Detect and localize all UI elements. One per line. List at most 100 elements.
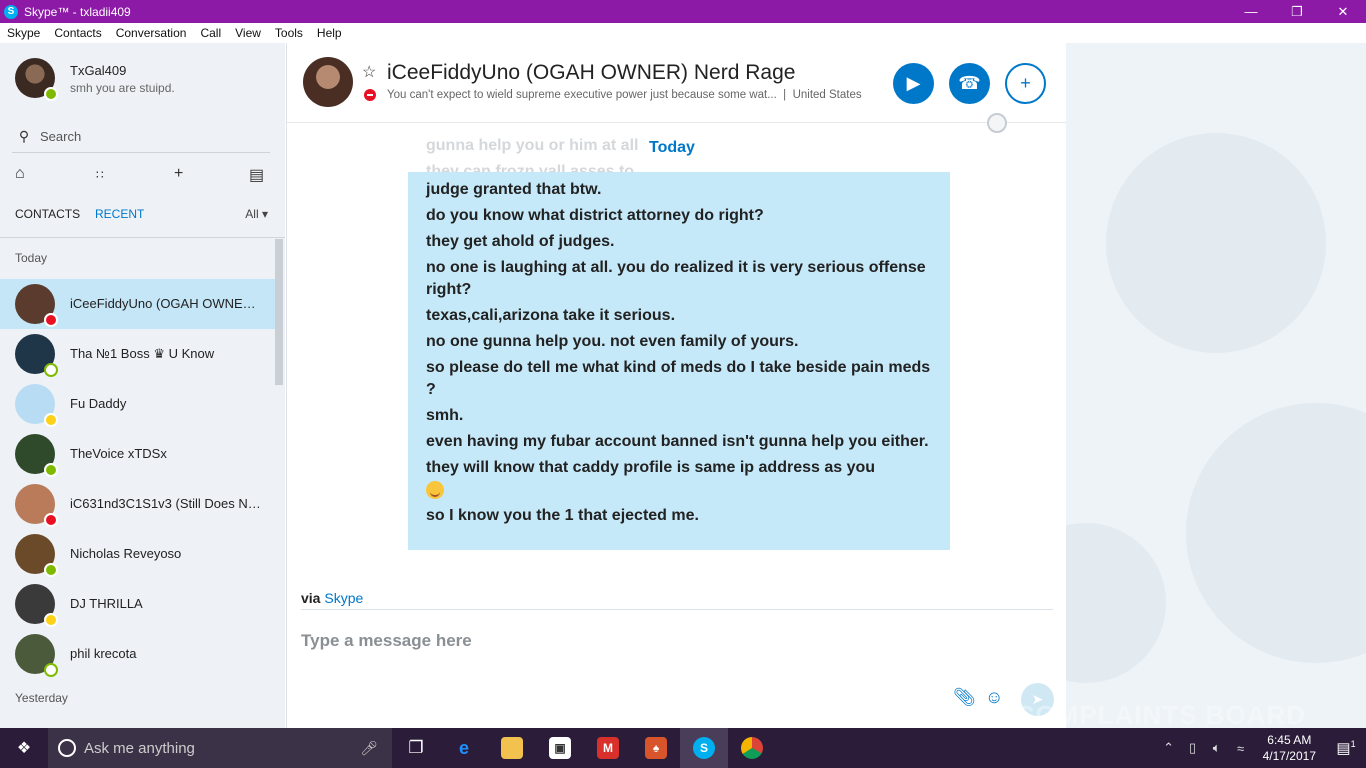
- clock-date: 4/17/2017: [1262, 749, 1316, 763]
- menu-contacts[interactable]: Contacts: [47, 23, 108, 43]
- message-text: so please do tell me what kind of meds d…: [426, 359, 931, 398]
- contact-name: Fu Daddy: [70, 396, 127, 411]
- message-text: they get ahold of judges.: [426, 233, 615, 250]
- via-skype-link[interactable]: Skype: [324, 590, 363, 606]
- contact-item[interactable]: phil krecota: [0, 629, 275, 679]
- clock[interactable]: 6:45 AM 4/17/2017: [1263, 732, 1316, 764]
- tab-contacts[interactable]: CONTACTS: [15, 207, 80, 221]
- video-call-button[interactable]: ▶︎: [893, 63, 934, 104]
- menu-tools[interactable]: Tools: [268, 23, 310, 43]
- attach-file-icon[interactable]: 📎︎: [953, 687, 976, 708]
- cortana-search[interactable]: Ask me anything 🎤︎: [48, 728, 392, 768]
- start-button[interactable]: ❖: [0, 728, 48, 768]
- menu-view[interactable]: View: [228, 23, 268, 43]
- profile-card[interactable]: TxGal409 smh you are stuipd.: [0, 43, 285, 123]
- status-icon: [44, 463, 58, 477]
- add-people-button[interactable]: +: [1005, 63, 1046, 104]
- contact-item[interactable]: iCeeFiddyUno (OGAH OWNER)...: [0, 279, 275, 329]
- message-text: texas,cali,arizona take it serious.: [426, 307, 676, 324]
- windows-taskbar: ❖ Ask me anything 🎤︎ ❐ e ▣ M ♠ S ⌃ ▯ 🔈︎ …: [0, 728, 1366, 768]
- do-not-disturb-icon: [364, 89, 376, 101]
- chrome-icon[interactable]: [728, 728, 776, 768]
- status-icon: [44, 513, 58, 527]
- menu-conversation[interactable]: Conversation: [109, 23, 194, 43]
- search-box[interactable]: ⚲ Search: [12, 121, 270, 153]
- home-icon[interactable]: ⌂: [15, 165, 25, 183]
- contact-avatar: [15, 384, 58, 427]
- add-person-icon: +: [1020, 73, 1031, 93]
- section-yesterday: Yesterday: [15, 691, 68, 705]
- smiley-emoji-icon: [426, 480, 444, 499]
- profile-avatar[interactable]: [15, 58, 58, 101]
- office-icon[interactable]: M: [584, 728, 632, 768]
- decoration: [1186, 403, 1366, 663]
- conversation-avatar[interactable]: [303, 57, 353, 107]
- conversation-pane: ☆ iCeeFiddyUno (OGAH OWNER) Nerd Rage Yo…: [286, 43, 1066, 728]
- add-icon[interactable]: +: [174, 165, 183, 183]
- status-icon: [44, 613, 58, 627]
- video-camera-icon: ▶︎: [906, 73, 921, 93]
- filter-dropdown[interactable]: All ▾: [245, 207, 268, 221]
- menu-help[interactable]: Help: [310, 23, 349, 43]
- minimize-button[interactable]: —: [1228, 0, 1274, 23]
- message-text: no one is laughing at all. you do realiz…: [426, 259, 926, 298]
- emoticon-icon[interactable]: ☺: [985, 687, 1003, 708]
- app-icon[interactable]: ♠: [632, 728, 680, 768]
- dialpad-icon[interactable]: ∷: [96, 168, 104, 182]
- sidebar-scrollbar[interactable]: [275, 239, 283, 385]
- contact-item[interactable]: DJ THRILLA: [0, 579, 275, 629]
- close-button[interactable]: ✕: [1320, 0, 1366, 23]
- contact-item[interactable]: Tha №1 Boss ♛ U Know: [0, 329, 275, 379]
- audio-call-button[interactable]: ☎: [949, 63, 990, 104]
- file-explorer-icon[interactable]: [488, 728, 536, 768]
- new-conversation-icon[interactable]: ▤: [249, 165, 264, 185]
- contact-avatar: [15, 484, 58, 527]
- via-label: via Skype: [301, 590, 363, 606]
- message-bubble[interactable]: judge granted that btw. do you know what…: [408, 172, 950, 550]
- wifi-icon[interactable]: ≈: [1229, 741, 1253, 756]
- store-icon[interactable]: ▣: [536, 728, 584, 768]
- contact-item[interactable]: Nicholas Reveyoso: [0, 529, 275, 579]
- battery-icon[interactable]: ▯: [1181, 740, 1205, 756]
- contact-item[interactable]: TheVoice xTDSx: [0, 429, 275, 479]
- contact-item[interactable]: Fu Daddy: [0, 379, 275, 429]
- message-input[interactable]: [301, 629, 941, 653]
- message-history: gunna help you or him at all they can fr…: [287, 123, 1066, 583]
- status-message: You can't expect to wield supreme execut…: [387, 89, 777, 101]
- contact-tabs: CONTACTS RECENT All ▾: [0, 203, 285, 227]
- edge-icon[interactable]: e: [440, 728, 488, 768]
- location: United States: [792, 89, 862, 101]
- action-center-icon[interactable]: ▤1: [1326, 739, 1366, 757]
- menu-call[interactable]: Call: [193, 23, 228, 43]
- tab-recent[interactable]: RECENT: [95, 207, 144, 221]
- message-text: they will know that caddy profile is sam…: [426, 459, 876, 476]
- contact-item[interactable]: iC631nd3C1S1v3 (Still Does No...: [0, 479, 275, 529]
- profile-name: TxGal409: [70, 63, 127, 78]
- favorite-star-icon[interactable]: ☆: [362, 62, 376, 82]
- system-tray: ⌃ ▯ 🔈︎ ≈ 6:45 AM 4/17/2017 ▤1: [1157, 728, 1366, 768]
- contact-name: iCeeFiddyUno (OGAH OWNER)...: [70, 296, 265, 311]
- menu-skype[interactable]: Skype: [0, 23, 47, 43]
- microphone-icon[interactable]: 🎤︎: [360, 740, 378, 757]
- phone-icon: ☎: [958, 73, 981, 93]
- section-today: Today: [15, 251, 48, 265]
- contact-name: Nicholas Reveyoso: [70, 546, 182, 561]
- filter-label: All: [245, 207, 259, 221]
- status-icon: [44, 363, 58, 377]
- conversation-title: iCeeFiddyUno (OGAH OWNER) Nerd Rage: [387, 61, 796, 84]
- volume-icon[interactable]: 🔈︎: [1205, 740, 1229, 756]
- divider: [0, 237, 285, 238]
- watermark-text: COMPLAINTS BOARD: [1015, 700, 1306, 730]
- window-titlebar: S Skype™ - txladii409 — ❐ ✕: [0, 0, 1366, 23]
- notification-count: 1: [1350, 739, 1356, 749]
- cortana-placeholder: Ask me anything: [84, 739, 195, 757]
- contact-name: phil krecota: [70, 646, 137, 661]
- chevron-up-icon[interactable]: ⌃: [1157, 740, 1181, 756]
- restore-button[interactable]: ❐: [1274, 0, 1320, 23]
- status-icon: [44, 663, 58, 677]
- skype-logo-icon: S: [4, 4, 18, 19]
- search-input[interactable]: Search: [40, 129, 81, 144]
- task-view-icon[interactable]: ❐: [392, 728, 440, 768]
- skype-icon[interactable]: S: [680, 728, 728, 768]
- status-icon: [44, 563, 58, 577]
